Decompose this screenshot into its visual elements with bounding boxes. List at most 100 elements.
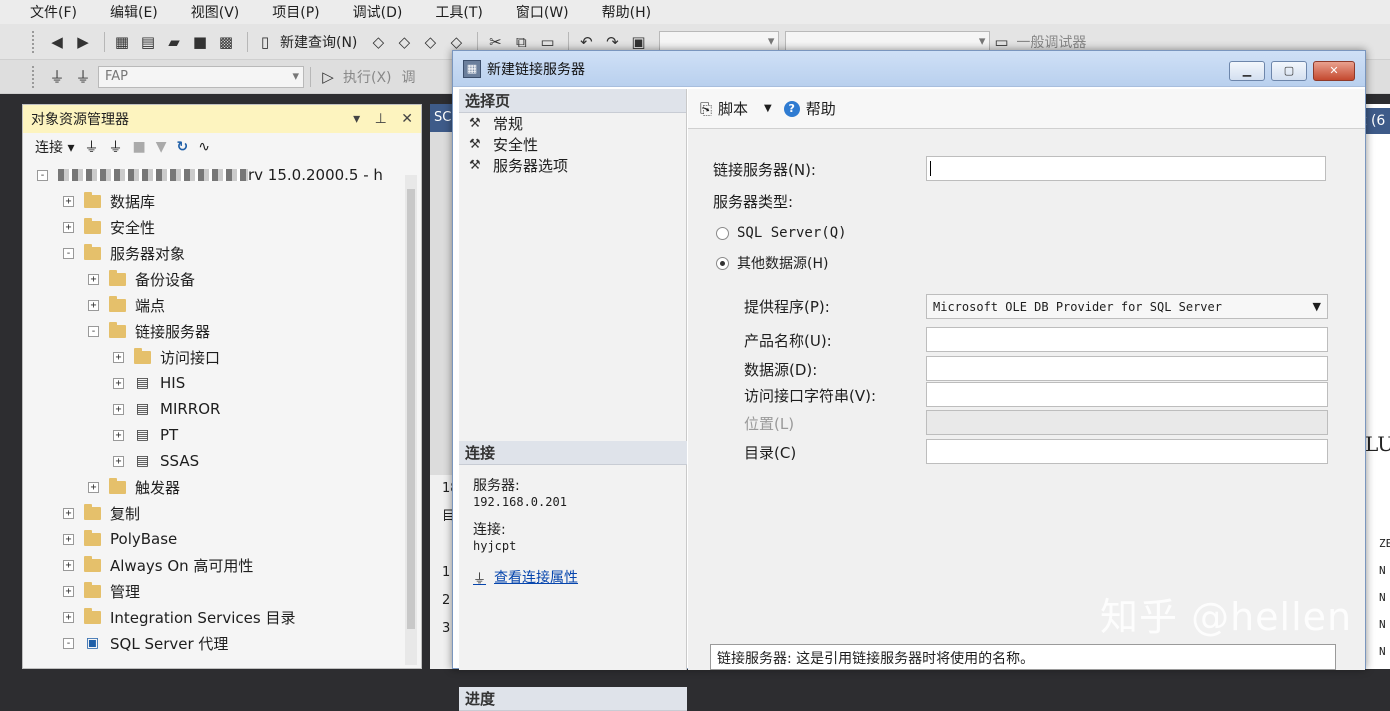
tree-node[interactable]: - ▣ SQL Server 代理: [63, 631, 228, 655]
page-general[interactable]: ⚒ 常规: [459, 113, 686, 134]
menu-file[interactable]: 文件(F): [30, 2, 77, 22]
server-node[interactable]: - rv 15.0.2000.5 - h: [37, 163, 383, 187]
pin-icon[interactable]: ⊥: [375, 111, 387, 127]
toolbar-grip[interactable]: [32, 30, 38, 53]
view-connection-properties-link[interactable]: ⏚ 查看连接属性: [459, 567, 687, 587]
data-source-input[interactable]: [926, 356, 1328, 381]
new-query-icon[interactable]: ▯: [254, 31, 276, 53]
radio-sql-server[interactable]: SQL Server(Q): [716, 225, 847, 241]
connect-plug-icon[interactable]: ⏚: [84, 137, 98, 157]
tree-node[interactable]: + ▤ MIRROR: [113, 397, 220, 421]
collapse-icon[interactable]: -: [88, 325, 99, 337]
debug-button[interactable]: 调: [402, 67, 416, 87]
product-name-input[interactable]: [926, 327, 1328, 352]
menu-help[interactable]: 帮助(H): [602, 2, 651, 22]
linked-server-input[interactable]: [926, 156, 1326, 181]
database-combo[interactable]: FAP ▾: [98, 65, 304, 88]
expand-icon[interactable]: +: [88, 299, 99, 311]
minimize-button[interactable]: ▁: [1229, 61, 1265, 81]
expand-icon[interactable]: +: [63, 559, 74, 571]
execute-icon[interactable]: ▷: [317, 66, 339, 88]
expand-icon[interactable]: +: [88, 481, 99, 493]
tree-node[interactable]: + ▤ PT: [113, 423, 178, 447]
expand-icon[interactable]: +: [113, 429, 124, 441]
close-button[interactable]: ✕: [1313, 61, 1355, 81]
chevron-down-icon[interactable]: ▼: [1313, 300, 1321, 313]
disconnect-icon[interactable]: ⏚: [108, 137, 122, 157]
scrollbar-thumb[interactable]: [407, 189, 415, 629]
tree-node[interactable]: + Integration Services 目录: [63, 605, 295, 629]
tree-node[interactable]: + 管理: [63, 579, 140, 603]
close-icon[interactable]: ✕: [401, 111, 413, 127]
menu-tools[interactable]: 工具(T): [435, 2, 482, 22]
radio-other-data-source[interactable]: 其他数据源(H): [716, 253, 828, 273]
help-icon[interactable]: ?: [783, 100, 800, 117]
menu-window[interactable]: 窗口(W): [516, 2, 569, 22]
expand-icon[interactable]: +: [63, 611, 74, 623]
tree-scrollbar[interactable]: [405, 175, 417, 665]
tree-node[interactable]: - 链接服务器: [88, 319, 210, 343]
tree-node[interactable]: + 安全性: [63, 215, 155, 239]
save-icon[interactable]: ■: [189, 31, 211, 53]
expand-icon[interactable]: +: [113, 455, 124, 467]
help-button[interactable]: 帮助: [806, 98, 836, 119]
chevron-down-icon[interactable]: ▼: [764, 103, 772, 114]
tree-node[interactable]: + 数据库: [63, 189, 155, 213]
menu-view[interactable]: 视图(V): [191, 2, 240, 22]
script-button[interactable]: 脚本: [718, 98, 748, 119]
tree-node[interactable]: + PolyBase: [63, 527, 177, 551]
tree-node[interactable]: + 复制: [63, 501, 140, 525]
refresh-icon[interactable]: ↻: [177, 139, 189, 155]
script-icon[interactable]: ⎘: [700, 100, 712, 118]
forward-icon[interactable]: ▶: [72, 31, 94, 53]
back-icon[interactable]: ◀: [46, 31, 68, 53]
connect-icon[interactable]: ⏚: [46, 66, 68, 88]
expand-icon[interactable]: +: [113, 403, 124, 415]
expand-icon[interactable]: +: [113, 351, 124, 363]
tree-node[interactable]: + ▤ HIS: [113, 371, 185, 395]
xmla-query-icon[interactable]: ◇: [419, 31, 441, 53]
tree-node[interactable]: + 访问接口: [113, 345, 220, 369]
tree-node[interactable]: + Always On 高可用性: [63, 553, 253, 577]
debugger-button[interactable]: 一般调试器: [1016, 32, 1086, 52]
new-project-icon[interactable]: ▦: [111, 31, 133, 53]
tree-node[interactable]: + 端点: [88, 293, 165, 317]
expand-icon[interactable]: +: [63, 221, 74, 233]
connect-button[interactable]: 连接 ▾: [35, 137, 74, 157]
stop-icon[interactable]: ■: [132, 139, 145, 155]
mdx-query-icon[interactable]: ◇: [367, 31, 389, 53]
save-all-icon[interactable]: ▩: [215, 31, 237, 53]
provider-select[interactable]: Microsoft OLE DB Provider for SQL Server…: [926, 294, 1328, 319]
collapse-icon[interactable]: -: [63, 247, 74, 259]
panel-menu-icon[interactable]: ▾: [353, 111, 360, 127]
tree-node[interactable]: + 触发器: [88, 475, 180, 499]
collapse-icon[interactable]: -: [63, 637, 74, 649]
expand-icon[interactable]: +: [113, 377, 124, 389]
expand-icon[interactable]: +: [63, 195, 74, 207]
tree-node[interactable]: + ▤ SSAS: [113, 449, 199, 473]
page-server-options[interactable]: ⚒ 服务器选项: [459, 155, 686, 176]
maximize-button[interactable]: ▢: [1271, 61, 1307, 81]
dmx-query-icon[interactable]: ◇: [393, 31, 415, 53]
menu-edit[interactable]: 编辑(E): [110, 2, 158, 22]
tree-node[interactable]: + 备份设备: [88, 267, 195, 291]
execute-button[interactable]: 执行(X): [343, 67, 392, 87]
expand-icon[interactable]: +: [63, 585, 74, 597]
menu-debug[interactable]: 调试(D): [353, 2, 403, 22]
expand-icon[interactable]: +: [88, 273, 99, 285]
filter-icon[interactable]: ▼: [156, 139, 167, 155]
expand-icon[interactable]: +: [63, 533, 74, 545]
activity-monitor-icon[interactable]: ∿: [198, 139, 210, 155]
open-file-icon[interactable]: ▰: [163, 31, 185, 53]
expand-icon[interactable]: +: [63, 507, 74, 519]
provider-string-input[interactable]: [926, 382, 1328, 407]
toolbar-grip[interactable]: [32, 65, 38, 88]
catalog-input[interactable]: [926, 439, 1328, 464]
tree-node[interactable]: - 服务器对象: [63, 241, 185, 265]
new-query-button[interactable]: 新建查询(N): [280, 32, 357, 52]
collapse-icon[interactable]: -: [37, 169, 48, 181]
change-connection-icon[interactable]: ⏚: [72, 66, 94, 88]
add-item-icon[interactable]: ▤: [137, 31, 159, 53]
page-security[interactable]: ⚒ 安全性: [459, 134, 686, 155]
menu-project[interactable]: 项目(P): [272, 2, 319, 22]
